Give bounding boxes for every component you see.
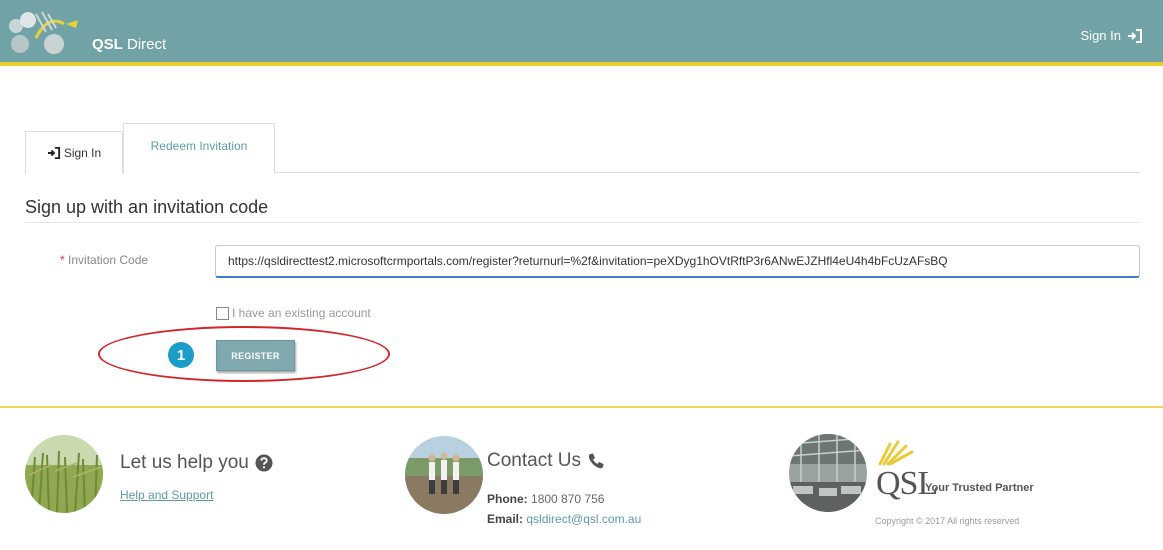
existing-account-checkbox[interactable] bbox=[216, 306, 229, 320]
brand-rest: Direct bbox=[122, 36, 167, 53]
tab-redeem-invitation[interactable]: Redeem Invitation bbox=[123, 123, 275, 174]
required-marker: * bbox=[60, 253, 65, 267]
question-circle-icon bbox=[255, 454, 273, 472]
brand-bold: QSL bbox=[92, 36, 123, 53]
email-link[interactable]: qsldirect@qsl.com.au bbox=[526, 512, 641, 526]
factory-interior-image bbox=[789, 434, 867, 512]
sign-in-icon bbox=[47, 147, 60, 159]
footer-divider bbox=[0, 406, 1163, 408]
invitation-code-label-text: Invitation Code bbox=[68, 253, 149, 267]
register-button[interactable]: REGISTER bbox=[216, 340, 295, 371]
help-title: Let us help you bbox=[120, 452, 273, 474]
help-title-text: Let us help you bbox=[120, 452, 249, 473]
invitation-code-input[interactable] bbox=[215, 245, 1140, 278]
brand-name[interactable]: QSL Direct bbox=[92, 36, 166, 53]
sign-in-icon bbox=[1128, 28, 1142, 43]
tab-redeem-label: Redeem Invitation bbox=[150, 138, 248, 153]
header-sign-in-label: Sign In bbox=[1080, 28, 1121, 43]
existing-account-label: I have an existing account bbox=[232, 306, 371, 320]
sugarcane-field-image bbox=[25, 435, 103, 513]
tab-sign-in-label: Sign In bbox=[63, 146, 102, 160]
auth-tabs: Sign In Redeem Invitation bbox=[25, 123, 1140, 174]
tab-sign-in[interactable]: Sign In bbox=[25, 131, 123, 174]
tagline: Your Trusted Partner bbox=[925, 482, 1034, 494]
qsl-wheat-logo-icon bbox=[878, 440, 914, 466]
copyright: Copyright © 2017 All rights reserved bbox=[875, 516, 1020, 526]
invitation-code-label: * Invitation Code bbox=[60, 253, 148, 267]
phone-icon bbox=[588, 453, 604, 469]
contact-title-text: Contact Us bbox=[487, 450, 581, 471]
farm-people-image bbox=[405, 436, 483, 514]
contact-title: Contact Us bbox=[487, 450, 605, 472]
phone-label: Phone: bbox=[487, 492, 528, 506]
header-sign-in-link[interactable]: Sign In bbox=[1081, 28, 1143, 43]
email-line: Email: qsldirect@qsl.com.au bbox=[487, 512, 641, 526]
email-label: Email: bbox=[487, 512, 524, 526]
existing-account-checkbox-row[interactable]: I have an existing account bbox=[216, 306, 371, 320]
phone-value: 1800 870 756 bbox=[531, 492, 605, 506]
qsl-logo-icon[interactable] bbox=[6, 8, 106, 58]
phone-line: Phone: 1800 870 756 bbox=[487, 492, 604, 506]
form-title: Sign up with an invitation code bbox=[25, 197, 269, 217]
top-navbar: QSL Direct Sign In bbox=[0, 0, 1163, 66]
callout-number-badge: 1 bbox=[168, 342, 194, 368]
help-and-support-link[interactable]: Help and Support bbox=[120, 488, 213, 502]
divider bbox=[25, 222, 1140, 223]
